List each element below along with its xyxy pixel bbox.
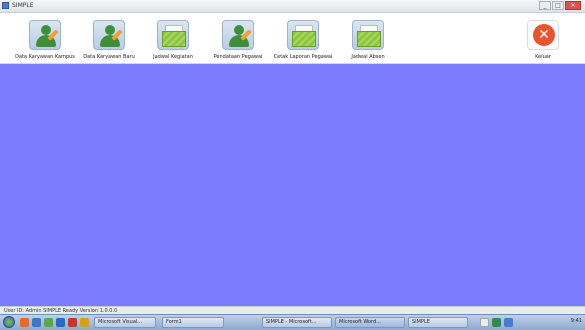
title-bar: SIMPLE _ □ ✕: [0, 0, 585, 13]
exit-button[interactable]: ✕ Keluar: [510, 16, 576, 62]
toolbar-button-label: Keluar: [535, 54, 551, 60]
toolbar-button-label: Jadwal Absen: [351, 54, 385, 60]
toolbar-button-pendataan-pegawai[interactable]: Pendataan Pegawai: [205, 16, 271, 62]
toolbar-button-data-karyawan-baru[interactable]: Data Karyawan Baru: [76, 16, 142, 62]
minimize-button[interactable]: _: [539, 1, 551, 10]
toolbar-button-jadwal-kegiatan[interactable]: Jadwal Kegiatan: [140, 16, 206, 62]
browser-icon[interactable]: [20, 318, 29, 327]
folder-icon[interactable]: [32, 318, 41, 327]
taskbar-item[interactable]: Microsoft Visual...: [94, 317, 156, 328]
taskbar-item[interactable]: Microsoft Word...: [335, 317, 405, 328]
close-button[interactable]: ✕: [565, 1, 581, 10]
toolbar-button-label: Pendataan Pegawai: [213, 54, 263, 60]
toolbar-button-jadwal-absen[interactable]: Jadwal Absen: [335, 16, 401, 62]
toolbar: Data Karyawan Kampus Data Karyawan Baru …: [0, 13, 585, 64]
person-edit-icon: [222, 20, 254, 50]
media-icon[interactable]: [44, 318, 53, 327]
start-button[interactable]: [3, 316, 15, 328]
maximize-button[interactable]: □: [552, 1, 564, 10]
toolbar-button-data-karyawan-kampus[interactable]: Data Karyawan Kampus: [12, 16, 78, 62]
network-icon[interactable]: [480, 318, 489, 327]
app-icon: [2, 2, 9, 9]
folder-icon: [287, 20, 319, 50]
app-icon[interactable]: [68, 318, 77, 327]
taskbar-item[interactable]: SIMPLE: [408, 317, 468, 328]
taskbar-item[interactable]: SIMPLE - Microsoft...: [262, 317, 332, 328]
window-controls: _ □ ✕: [539, 1, 581, 11]
toolbar-button-label: Data Karyawan Baru: [83, 54, 135, 60]
taskbar: Microsoft Visual... Form1 SIMPLE - Micro…: [0, 314, 585, 330]
folder-icon: [352, 20, 384, 50]
volume-icon[interactable]: [504, 318, 513, 327]
security-icon[interactable]: [492, 318, 501, 327]
app-icon[interactable]: [80, 318, 89, 327]
toolbar-button-label: Jadwal Kegiatan: [153, 54, 193, 60]
person-edit-icon: [29, 20, 61, 50]
app-icon[interactable]: [56, 318, 65, 327]
toolbar-button-cetak-laporan[interactable]: Cetak Laporan Pegawai: [270, 16, 336, 62]
person-edit-icon: [93, 20, 125, 50]
app-window: SIMPLE _ □ ✕ Data Karyawan Kampus Data K…: [0, 0, 585, 315]
folder-icon: [157, 20, 189, 50]
toolbar-button-label: Cetak Laporan Pegawai: [273, 54, 333, 60]
clock[interactable]: 9:41: [571, 318, 582, 324]
exit-icon: ✕: [527, 20, 559, 50]
toolbar-button-label: Data Karyawan Kampus: [15, 54, 75, 60]
taskbar-item[interactable]: Form1: [162, 317, 224, 328]
main-workspace: [0, 64, 585, 306]
window-title: SIMPLE: [12, 2, 34, 9]
